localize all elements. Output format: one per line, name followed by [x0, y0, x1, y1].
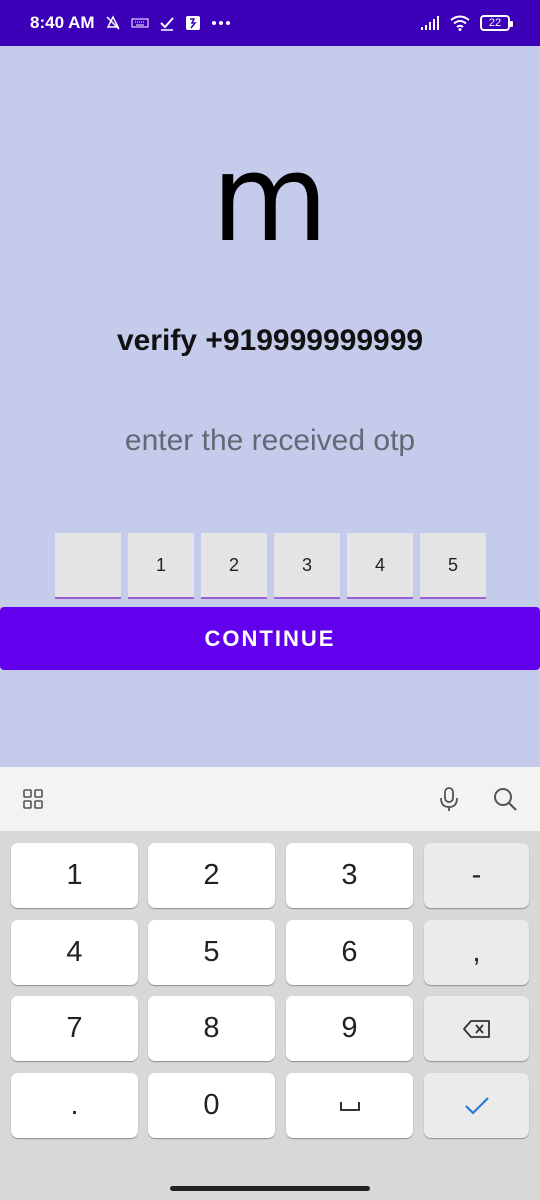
key-9[interactable]: 9 — [286, 996, 413, 1061]
otp-digit-5[interactable]: 4 — [347, 533, 413, 599]
otp-digit-6[interactable]: 5 — [420, 533, 486, 599]
status-right: 22 — [420, 15, 513, 31]
key-3[interactable]: 3 — [286, 843, 413, 908]
home-indicator[interactable] — [170, 1186, 370, 1191]
backspace-icon — [462, 1019, 490, 1038]
keyboard-icon — [131, 18, 149, 28]
key-5[interactable]: 5 — [148, 920, 275, 985]
keyboard-toolbar-right — [438, 786, 518, 812]
space-icon — [339, 1101, 360, 1111]
status-time: 8:40 AM — [30, 13, 95, 32]
check-done-icon — [464, 1096, 489, 1115]
space-key[interactable] — [286, 1073, 413, 1138]
app-icon — [185, 16, 200, 30]
mute-icon — [106, 15, 120, 30]
otp-digit-4[interactable]: 3 — [274, 533, 340, 599]
keyboard-toolbar — [0, 767, 540, 831]
key-comma[interactable]: , — [424, 920, 529, 985]
continue-button[interactable]: CONTINUE — [0, 607, 540, 670]
app-logo: m — [211, 130, 329, 269]
otp-instruction: enter the received otp — [124, 424, 416, 457]
otp-input-row: 1 2 3 4 5 — [55, 533, 487, 600]
key-4[interactable]: 4 — [11, 920, 138, 985]
key-1[interactable]: 1 — [11, 843, 138, 908]
numeric-keyboard: 1 2 3 - 4 5 6 , 7 8 9 . 0 — [0, 831, 540, 1200]
more-icon — [211, 21, 230, 25]
check-icon — [159, 17, 174, 31]
otp-digit-3[interactable]: 2 — [201, 533, 267, 599]
otp-digit-1[interactable] — [55, 533, 121, 599]
key-6[interactable]: 6 — [286, 920, 413, 985]
battery-icon: 22 — [480, 15, 513, 31]
grid-icon[interactable] — [22, 788, 44, 810]
signal-icon — [421, 16, 439, 30]
key-7[interactable]: 7 — [11, 996, 138, 1061]
key-period[interactable]: . — [11, 1073, 138, 1138]
search-icon[interactable] — [492, 786, 518, 812]
verify-title: verify +919999999999 — [116, 324, 424, 357]
otp-digit-2[interactable]: 1 — [128, 533, 194, 599]
backspace-key[interactable] — [424, 996, 529, 1061]
key-dash[interactable]: - — [424, 843, 529, 908]
wifi-icon — [450, 15, 470, 31]
microphone-icon[interactable] — [438, 786, 460, 812]
battery-level: 22 — [488, 17, 502, 29]
key-8[interactable]: 8 — [148, 996, 275, 1061]
key-0[interactable]: 0 — [148, 1073, 275, 1138]
done-key[interactable] — [424, 1073, 529, 1138]
status-bar: 8:40 AM 22 — [0, 0, 540, 46]
key-2[interactable]: 2 — [148, 843, 275, 908]
status-icons-left — [105, 15, 231, 31]
